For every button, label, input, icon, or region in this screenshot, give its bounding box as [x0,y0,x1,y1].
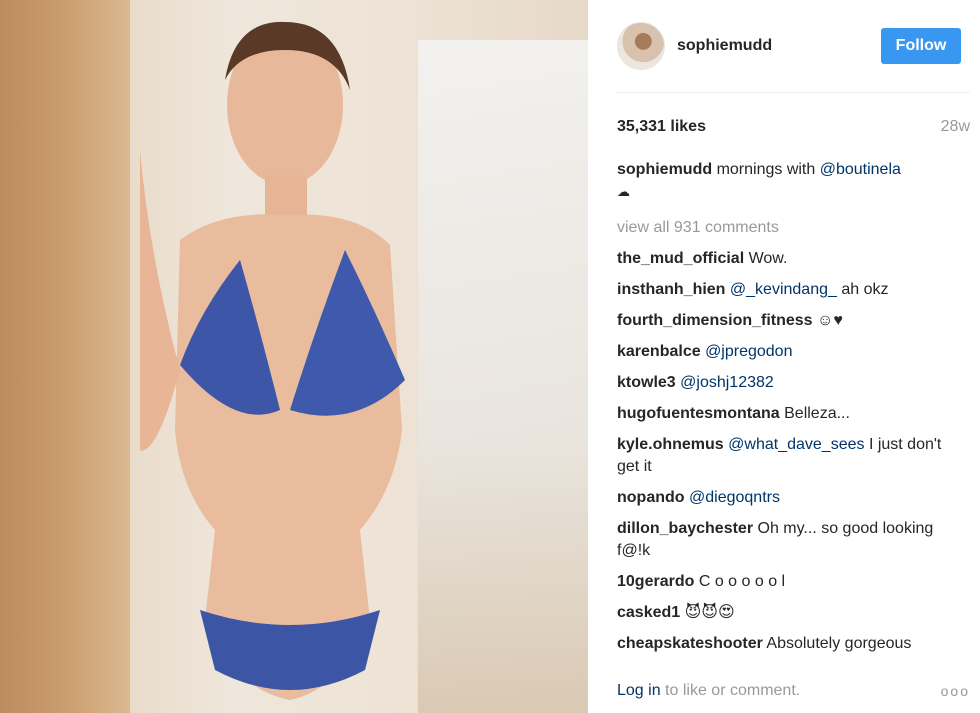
comment-username[interactable]: karenbalce [617,343,701,360]
comment-mention[interactable]: @jpregodon [705,343,792,360]
avatar[interactable] [617,22,665,70]
comment-item: cheapskateshooter Absolutely gorgeous [617,633,952,655]
comment-mention[interactable]: @_kevindang_ [730,281,837,298]
comment-username[interactable]: ktowle3 [617,374,676,391]
comment-username[interactable]: 10gerardo [617,573,694,590]
likes-count[interactable]: 35,331 likes [617,118,706,136]
more-options-icon[interactable]: ooo [941,683,970,699]
login-prompt-text: to like or comment. [665,682,801,699]
comment-text: Wow. [748,250,788,267]
comment-text: ☺♥ [817,312,843,329]
post-stats: 35,331 likes 28w [617,93,970,136]
post-photo[interactable] [0,0,588,713]
cloud-icon: ☁ [617,184,630,199]
comment-item: dillon_baychester Oh my... so good looki… [617,518,952,562]
comment-item: karenbalce @jpregodon [617,341,952,363]
post-caption: sophiemudd mornings with @boutinela ☁ [617,159,947,203]
comment-item: insthanh_hien @_kevindang_ ah okz [617,279,952,301]
caption-username[interactable]: sophiemudd [617,161,712,178]
comment-username[interactable]: cheapskateshooter [617,635,763,652]
comment-item: casked1 😈😈😍 [617,602,952,624]
post-side-panel: sophiemudd Follow 35,331 likes 28w sophi… [588,0,980,713]
comment-mention[interactable]: @diegoqntrs [689,489,780,506]
comment-text: Belleza... [784,405,850,422]
comment-mention[interactable]: @joshj12382 [680,374,774,391]
post-age[interactable]: 28w [941,118,970,136]
comment-item: fourth_dimension_fitness ☺♥ [617,310,952,332]
comments-list: the_mud_official Wow. insthanh_hien @_ke… [617,248,970,655]
comment-username[interactable]: dillon_baychester [617,520,753,537]
comment-username[interactable]: kyle.ohnemus [617,436,724,453]
view-all-comments-link[interactable]: view all 931 comments [617,218,970,238]
login-link[interactable]: Log in [617,682,661,699]
post-header: sophiemudd Follow [617,0,970,93]
comment-item: kyle.ohnemus @what_dave_sees I just don'… [617,434,952,478]
comment-username[interactable]: casked1 [617,604,680,621]
comment-username[interactable]: nopando [617,489,685,506]
comment-item: hugofuentesmontana Belleza... [617,403,952,425]
post-footer: Log in to like or comment. ooo [617,682,970,700]
comment-item: nopando @diegoqntrs [617,487,952,509]
comment-text: 😈😈😍 [684,604,735,621]
comment-item: ktowle3 @joshj12382 [617,372,952,394]
comment-text: Absolutely gorgeous [766,635,912,652]
caption-mention[interactable]: @boutinela [820,161,901,178]
photo-figure [140,21,405,700]
comment-username[interactable]: hugofuentesmontana [617,405,780,422]
caption-text: mornings with [716,161,816,178]
comment-mention[interactable]: @what_dave_sees [728,436,864,453]
comment-username[interactable]: the_mud_official [617,250,744,267]
header-username[interactable]: sophiemudd [677,37,881,55]
comment-item: the_mud_official Wow. [617,248,952,270]
comment-text: C o o o o o l [698,573,786,590]
comment-text: ah okz [841,281,889,298]
comment-username[interactable]: insthanh_hien [617,281,725,298]
comment-item: 10gerardo C o o o o o l [617,571,952,593]
photo-wood-beam [0,0,130,713]
comment-username[interactable]: fourth_dimension_fitness [617,312,813,329]
photo-pillar [418,40,588,713]
follow-button[interactable]: Follow [881,28,961,64]
